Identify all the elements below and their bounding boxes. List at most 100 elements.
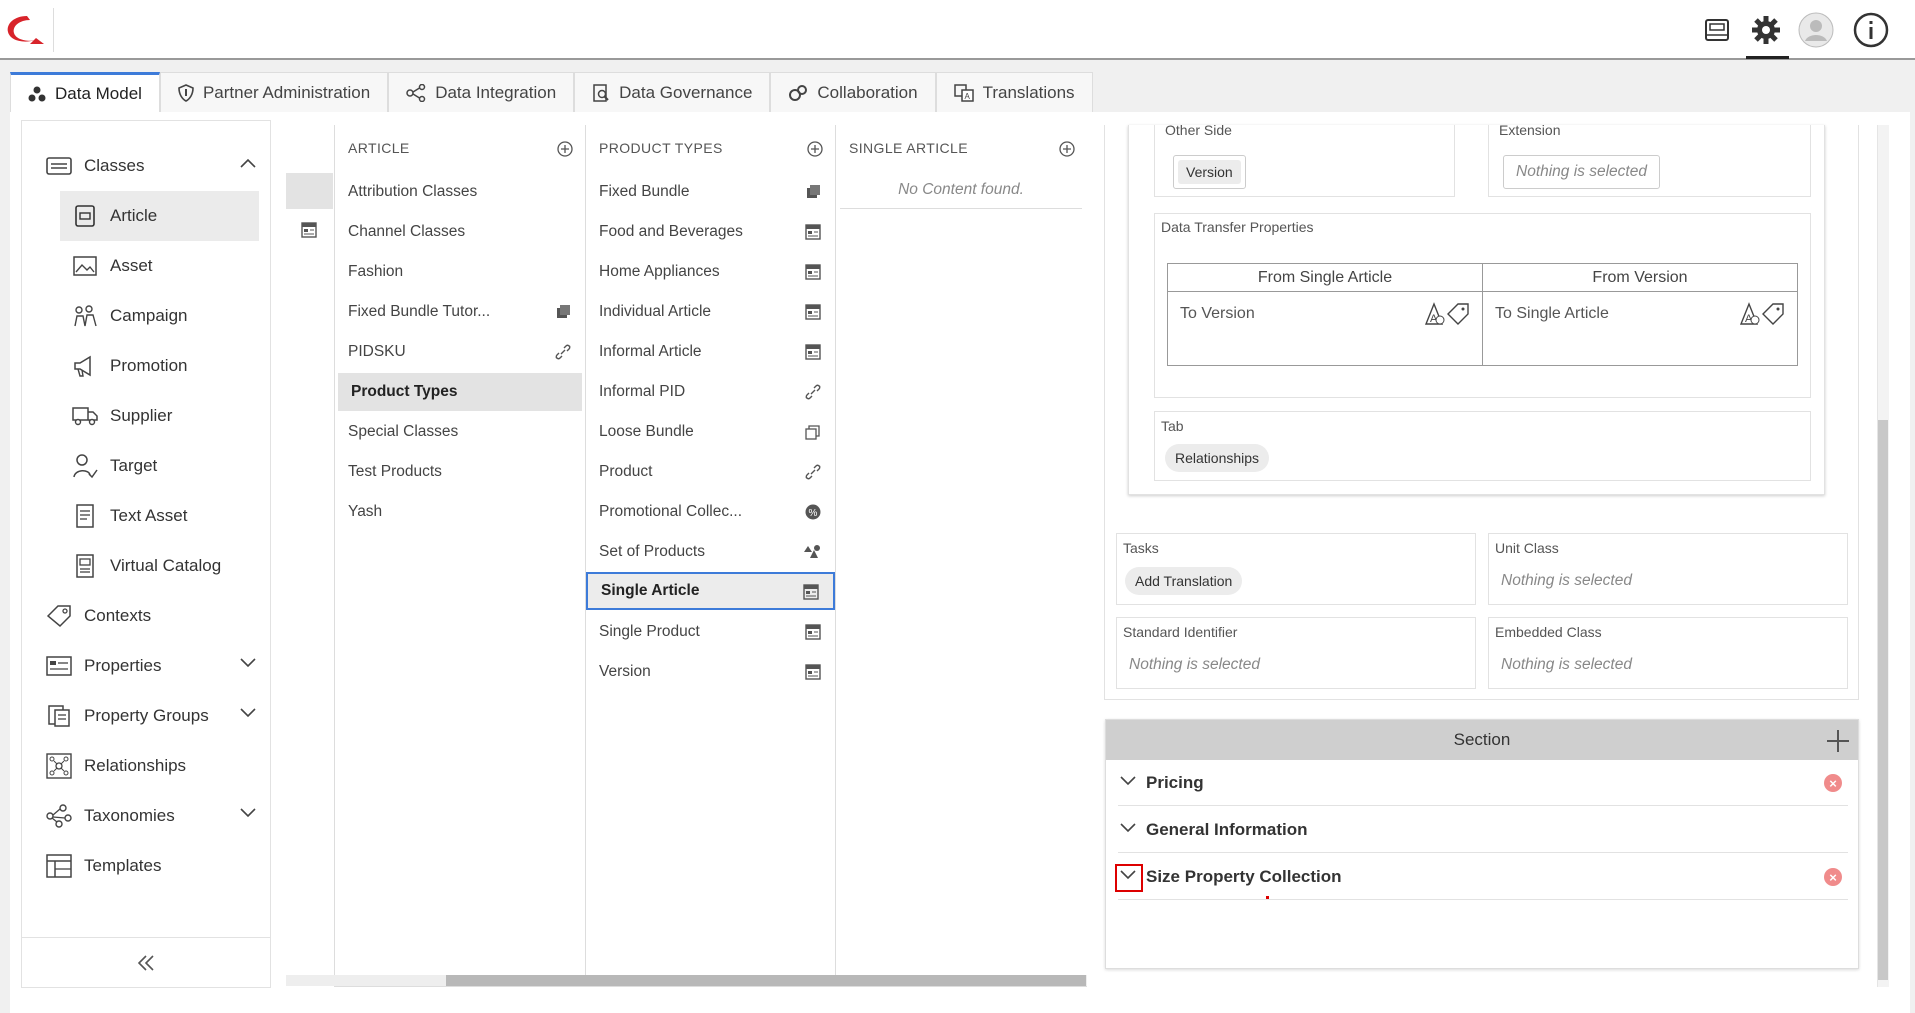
tab-data-integration[interactable]: Data Integration <box>388 72 575 112</box>
add-property-icon[interactable]: A <box>1739 302 1785 328</box>
column-title: PRODUCT TYPES <box>599 139 723 156</box>
sidebar-item-label: Classes <box>84 156 145 175</box>
list-item[interactable]: Home Appliances <box>586 253 835 291</box>
class-icon <box>301 222 317 238</box>
sidebar-item-contexts[interactable]: Contexts <box>22 591 270 641</box>
field-label: Embedded Class <box>1495 624 1602 640</box>
link-icon <box>805 384 821 400</box>
tab-label: Partner Administration <box>202 82 371 102</box>
to-version-cell[interactable]: To Version A <box>1168 292 1482 364</box>
chevron-up-icon[interactable] <box>240 158 256 168</box>
add-circle-icon[interactable] <box>807 141 823 157</box>
list-item[interactable]: Yash <box>335 493 585 531</box>
extension-selector[interactable]: Nothing is selected <box>1503 155 1660 189</box>
placeholder-text[interactable]: Nothing is selected <box>1501 572 1632 590</box>
list-item[interactable]: Fashion <box>335 253 585 291</box>
section-row-pricing[interactable]: Pricing × <box>1118 760 1848 806</box>
sidebar-item-label: Relationships <box>84 756 187 775</box>
collaboration-icon <box>789 84 808 101</box>
tab-data-governance[interactable]: Data Governance <box>574 72 771 112</box>
info-icon[interactable] <box>1851 10 1891 50</box>
sidebar-item-classes[interactable]: Classes <box>22 141 270 191</box>
list-item[interactable]: Test Products <box>335 453 585 491</box>
tab-partner-administration[interactable]: Partner Administration <box>159 72 389 112</box>
list-item[interactable]: Attribution Classes <box>335 173 585 211</box>
list-item[interactable]: Product <box>586 453 835 491</box>
chevron-down-icon[interactable] <box>1120 776 1136 786</box>
sidebar-item-campaign[interactable]: Campaign <box>22 291 270 341</box>
list-item[interactable]: Set of Products <box>586 533 835 571</box>
row-label: Yash <box>348 503 383 520</box>
list-item[interactable]: PIDSKU <box>335 333 585 371</box>
list-item[interactable]: Single Product <box>586 613 835 651</box>
add-circle-icon[interactable] <box>1059 141 1075 157</box>
extension-field: Extension Nothing is selected <box>1488 122 1811 197</box>
chevron-down-icon[interactable] <box>240 708 256 718</box>
placeholder-text[interactable]: Nothing is selected <box>1501 656 1632 674</box>
to-single-article-cell[interactable]: To Single Article A <box>1483 292 1797 364</box>
collapse-sidebar-button[interactable] <box>22 937 270 987</box>
chip-label: Version <box>1178 160 1241 184</box>
tab-translations[interactable]: A Translations <box>935 72 1093 112</box>
tab-collaboration[interactable]: Collaboration <box>770 72 936 112</box>
list-item[interactable]: Fixed Bundle Tutor... <box>335 293 585 331</box>
sidebar-item-target[interactable]: Target <box>22 441 270 491</box>
list-item-focused[interactable]: Single Article <box>586 572 835 610</box>
vertical-scrollbar-thumb[interactable] <box>1878 420 1888 980</box>
section-row-size-property-collection[interactable]: Size Property Collection × <box>1118 854 1848 900</box>
task-chip[interactable]: Add Translation <box>1125 567 1243 595</box>
sidebar-item-templates[interactable]: Templates <box>22 841 270 891</box>
list-item[interactable]: Promotional Collec... % <box>586 493 835 531</box>
classes-icon <box>44 151 74 181</box>
section-panel: Section Pricing × General Information Si… <box>1105 719 1859 969</box>
svg-text:A: A <box>964 92 970 101</box>
list-item[interactable]: Informal Article <box>586 333 835 371</box>
from-single-article-column: From Single Article To Version A <box>1168 264 1483 365</box>
list-item[interactable]: Food and Beverages <box>586 213 835 251</box>
sidebar-item-properties[interactable]: Properties <box>22 641 270 691</box>
add-property-icon[interactable]: A <box>1424 302 1470 328</box>
sidebar-item-taxonomies[interactable]: Taxonomies <box>22 791 270 841</box>
app-logo[interactable] <box>0 8 54 52</box>
user-avatar-icon[interactable] <box>1796 10 1836 50</box>
horizontal-scrollbar-thumb[interactable] <box>446 975 1086 986</box>
other-side-value[interactable]: Version <box>1173 155 1246 189</box>
sidebar-item-article[interactable]: Article <box>60 191 259 241</box>
list-item[interactable]: Fixed Bundle <box>586 173 835 211</box>
list-item[interactable]: Individual Article <box>586 293 835 331</box>
settings-gear-icon[interactable] <box>1746 10 1786 50</box>
sidebar-item-asset[interactable]: Asset <box>22 241 270 291</box>
list-item[interactable]: Channel Classes <box>335 213 585 251</box>
row-label: Promotional Collec... <box>599 503 743 520</box>
section-row-general-information[interactable]: General Information <box>1118 807 1848 853</box>
add-section-icon[interactable] <box>1826 729 1850 753</box>
list-item[interactable]: Special Classes <box>335 413 585 451</box>
inbox-icon[interactable] <box>1697 10 1737 50</box>
catalog-icon <box>70 551 100 581</box>
tab-label: Data Model <box>55 83 142 103</box>
sidebar-item-promotion[interactable]: Promotion <box>22 341 270 391</box>
tab-chip[interactable]: Relationships <box>1165 444 1270 472</box>
tab-data-model[interactable]: Data Model <box>10 72 160 112</box>
sidebar-item-supplier[interactable]: Supplier <box>22 391 270 441</box>
sidebar-item-text-asset[interactable]: Text Asset <box>22 491 270 541</box>
chevron-down-icon[interactable] <box>240 658 256 668</box>
link-icon <box>805 464 821 480</box>
list-item-selected[interactable]: Product Types <box>338 373 582 411</box>
list-item[interactable]: Loose Bundle <box>586 413 835 451</box>
sidebar-item-property-groups[interactable]: Property Groups <box>22 691 270 741</box>
sidebar-item-relationships[interactable]: Relationships <box>22 741 270 791</box>
governance-icon <box>593 83 609 102</box>
remove-icon[interactable]: × <box>1824 774 1842 792</box>
list-item[interactable]: Informal PID <box>586 373 835 411</box>
placeholder-text[interactable]: Nothing is selected <box>1129 656 1260 674</box>
list-item[interactable]: Version <box>586 653 835 691</box>
article-column: ARTICLE Attribution Classes Channel Clas… <box>335 125 586 975</box>
remove-icon[interactable]: × <box>1824 868 1842 886</box>
sidebar-item-label: Promotion <box>110 356 188 375</box>
sidebar-item-virtual-catalog[interactable]: Virtual Catalog <box>22 541 270 591</box>
chevron-down-icon[interactable] <box>1120 823 1136 833</box>
field-label: Standard Identifier <box>1123 624 1238 640</box>
chevron-down-icon[interactable] <box>240 808 256 818</box>
add-circle-icon[interactable] <box>557 141 573 157</box>
